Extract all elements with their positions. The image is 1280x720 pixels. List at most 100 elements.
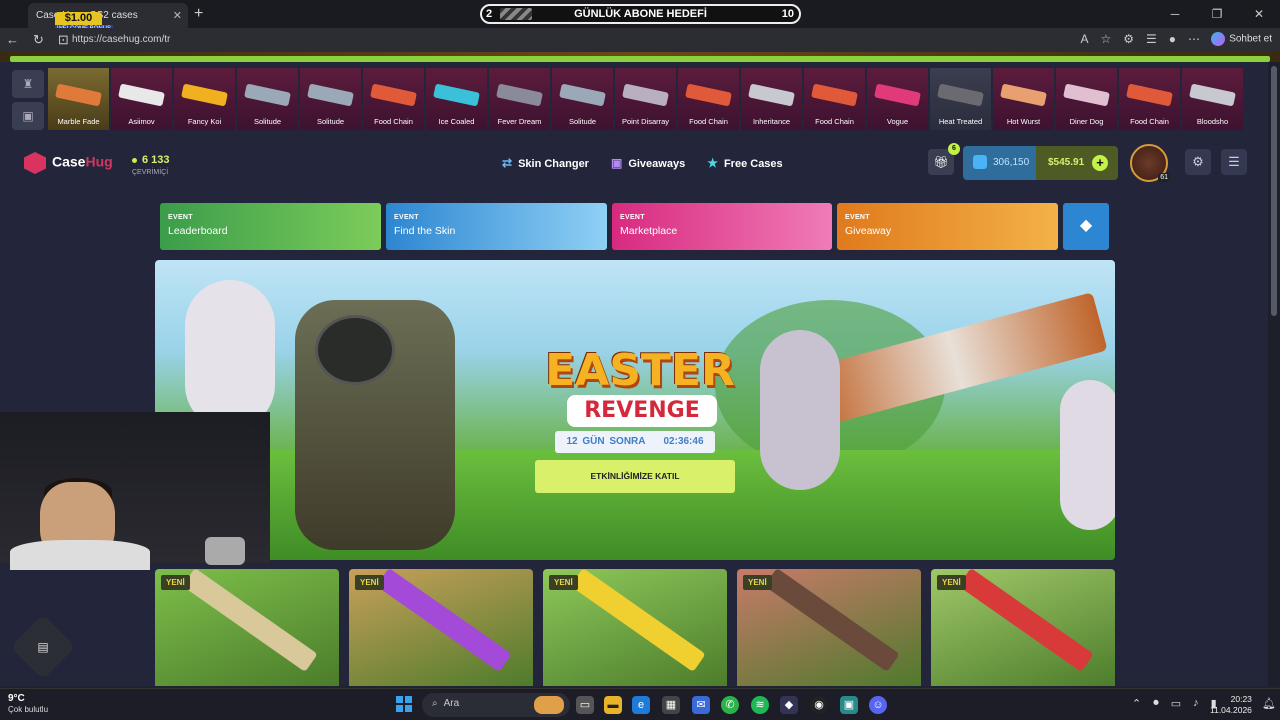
case-weapon-image (182, 569, 318, 673)
store-icon[interactable]: ▦ (662, 696, 680, 714)
case-card[interactable]: YENİ (349, 569, 533, 686)
discord-icon[interactable]: ☺ (869, 696, 887, 714)
feed-item[interactable]: Marble Fade (48, 68, 109, 130)
feed-item[interactable]: Diner Dog (1056, 68, 1117, 130)
banner-title: EASTER (545, 345, 735, 396)
back-icon[interactable]: ← (6, 32, 19, 48)
site-info-icon[interactable]: ⊡ (58, 32, 69, 48)
feed-item[interactable]: Hot Wurst (993, 68, 1054, 130)
feed-item[interactable]: Fever Dream (489, 68, 550, 130)
case-card[interactable]: YENİ (737, 569, 921, 686)
refresh-icon[interactable]: ↻ (33, 32, 44, 48)
extensions-icon[interactable]: ⚙ (1123, 32, 1134, 46)
maximize-icon[interactable]: ❐ (1196, 0, 1238, 28)
new-tab-icon[interactable]: + (194, 5, 203, 23)
case-weapon-image (764, 569, 900, 673)
feed-item-name: Asiimov (128, 117, 155, 126)
case-weapon-image (376, 569, 512, 673)
feed-item-name: Food Chain (1130, 117, 1169, 126)
feed-item-name: Hot Wurst (1006, 117, 1041, 126)
edge-icon[interactable]: e (632, 696, 650, 714)
collections-icon[interactable]: ☰ (1146, 32, 1157, 46)
feed-item[interactable]: Solitude (237, 68, 298, 130)
feed-item[interactable]: Ice Coaled (426, 68, 487, 130)
clock[interactable]: 20:23 11.04.2026 (1210, 694, 1252, 716)
case-card[interactable]: YENİ (155, 569, 339, 686)
top-decoration-strip (0, 52, 1280, 62)
feed-item[interactable]: Food Chain (363, 68, 424, 130)
user-avatar[interactable]: 61 (1130, 144, 1170, 182)
close-window-icon[interactable]: ✕ (1238, 0, 1280, 28)
notification-icon[interactable]: 🔔︎ (1262, 697, 1276, 710)
nav-free-cases[interactable]: ★ Free Cases (707, 156, 782, 170)
feed-top-drops-icon[interactable]: ♜ (12, 70, 44, 98)
network-icon[interactable]: ▭ (1171, 697, 1181, 710)
file-explorer-icon[interactable]: ▬ (604, 696, 622, 714)
copilot-button[interactable]: Sohbet et (1211, 32, 1272, 46)
weapon-skin-image (433, 83, 480, 107)
wallet-balance[interactable]: $545.91 + (1036, 146, 1118, 180)
hamburger-menu-icon[interactable]: ☰ (1221, 149, 1247, 175)
taskbar-search[interactable]: ⌕ Ara (422, 693, 570, 717)
favorite-star-icon[interactable]: ☆ (1100, 32, 1111, 46)
new-badge: YENİ (743, 575, 772, 590)
mail-icon[interactable]: ✉ (692, 696, 710, 714)
coin-balance[interactable]: 306,150 (963, 146, 1036, 180)
start-button[interactable] (396, 696, 412, 712)
page-scrollbar[interactable] (1268, 62, 1280, 686)
event-marketplace-card[interactable]: EVENT Marketplace (612, 203, 832, 250)
weapon-skin-image (55, 83, 102, 107)
join-event-button[interactable]: ETKİNLİĞİMİZE KATIL (535, 460, 735, 493)
event-find-the-skin-card[interactable]: EVENT Find the Skin (386, 203, 607, 250)
easter-revenge-banner[interactable]: EASTER REVENGE 12 GÜN SONRA 02:36:46 ETKİ… (155, 260, 1115, 560)
spotify-icon[interactable]: ≋ (751, 696, 769, 714)
case-card[interactable]: YENİ (931, 569, 1115, 686)
case-card[interactable]: YENİ (543, 569, 727, 686)
read-aloud-icon[interactable]: A (1080, 32, 1088, 46)
feed-recent-icon[interactable]: ▣ (12, 102, 44, 130)
nav-giveaways[interactable]: ▣ Giveaways (611, 156, 685, 170)
feed-item[interactable]: Point Disarray (615, 68, 676, 130)
tray-chevron-icon[interactable]: ⌃ (1132, 697, 1141, 710)
feed-item[interactable]: Food Chain (1119, 68, 1180, 130)
more-menu-icon[interactable]: ⋯ (1188, 32, 1200, 46)
main-nav: ⇄ Skin Changer ▣ Giveaways ★ Free Cases (502, 156, 783, 170)
deposit-plus-icon[interactable]: + (1092, 155, 1108, 171)
feed-item[interactable]: Solitude (300, 68, 361, 130)
bunny-illustration (760, 330, 840, 490)
nav-icon: ⇄ (502, 156, 513, 170)
feed-item[interactable]: Food Chain (678, 68, 739, 130)
case-weapon-image (958, 569, 1094, 673)
address-bar-row: ← ↻ ⊡ https://casehug.com/tr A ☆ ⚙ ☰ ● ⋯… (0, 28, 1280, 52)
feed-item[interactable]: Food Chain (804, 68, 865, 130)
microphone-icon[interactable]: ⏺ (1153, 697, 1159, 710)
gift-button[interactable]: 🎁︎ 6 (928, 143, 960, 175)
feed-item[interactable]: Vogue (867, 68, 928, 130)
settings-gear-icon[interactable]: ⚙ (1185, 149, 1211, 175)
event-leaderboard-card[interactable]: EVENT Leaderboard (160, 203, 381, 250)
close-tab-icon[interactable]: ✕ (173, 9, 182, 22)
task-view-icon[interactable]: ▭ (576, 696, 594, 714)
diamond-icon[interactable]: ◆ (1063, 203, 1109, 250)
profile-icon[interactable]: ● (1169, 32, 1176, 46)
whatsapp-icon[interactable]: ✆ (721, 696, 739, 714)
casehug-logo[interactable]: CaseHug (24, 152, 113, 174)
feed-item[interactable]: Bloodsho (1182, 68, 1243, 130)
volume-icon[interactable]: ♪ (1193, 697, 1199, 710)
nav-skin-changer[interactable]: ⇄ Skin Changer (502, 156, 589, 170)
event-giveaway-card[interactable]: EVENT Giveaway (837, 203, 1058, 250)
minimize-icon[interactable]: ─ (1154, 0, 1196, 28)
subscriber-goal-bar: 2 GÜNLÜK ABONE HEDEFİ 10 (480, 4, 801, 24)
app-icon[interactable]: ▣ (840, 696, 858, 714)
feed-item[interactable]: Asiimov (111, 68, 172, 130)
feed-item[interactable]: Fancy Koi (174, 68, 235, 130)
weather-widget[interactable]: 9°C Çok bulutlu (8, 693, 48, 715)
feed-item[interactable]: Heat Treated (930, 68, 991, 130)
app-icon[interactable]: ◆ (780, 696, 798, 714)
system-tray: ⌃ ⏺ ▭ ♪ ▮ (1132, 697, 1217, 710)
feed-item[interactable]: Solitude (552, 68, 613, 130)
url-field[interactable]: https://casehug.com/tr (72, 34, 170, 45)
feed-item[interactable]: Inheritance (741, 68, 802, 130)
obs-icon[interactable]: ◉ (810, 696, 828, 714)
goal-title: GÜNLÜK ABONE HEDEFİ (574, 8, 707, 20)
